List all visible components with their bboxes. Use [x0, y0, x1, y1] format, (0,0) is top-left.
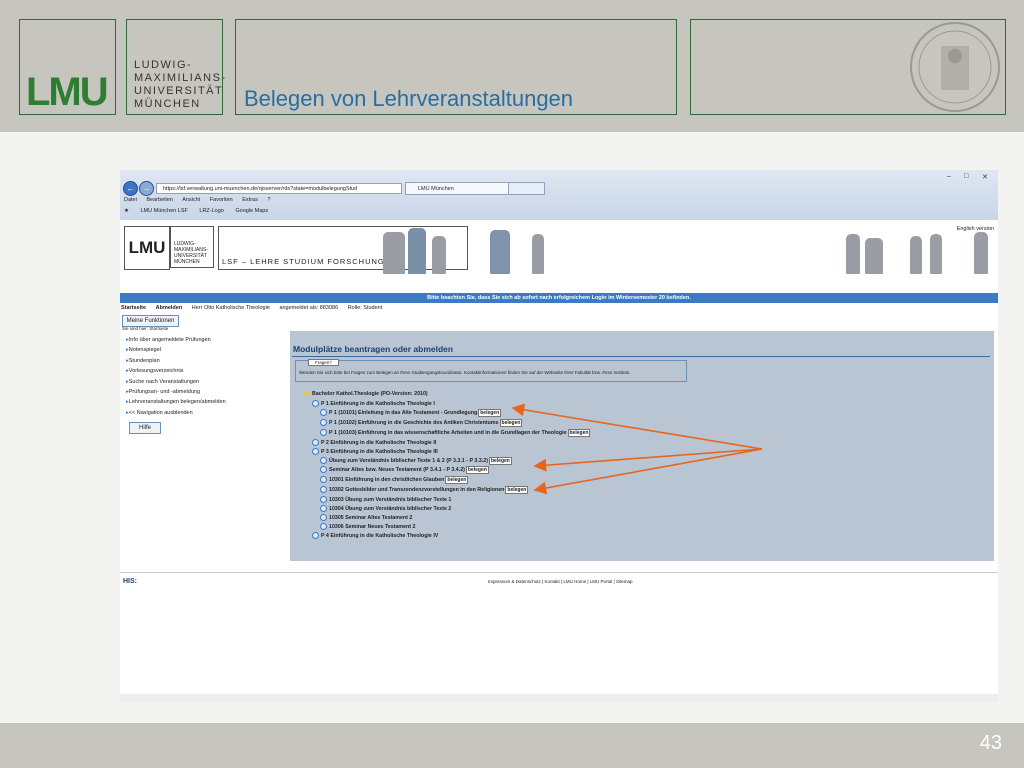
university-name: LUDWIG- MAXIMILIANS- UNIVERSITÄT MÜNCHEN — [134, 59, 227, 110]
divider — [120, 572, 998, 573]
footer-links[interactable]: Impressum & Datenschutz | Kontakt | LMU … — [488, 579, 632, 584]
lmu-logo: LMU — [26, 70, 109, 114]
annotation-arrows — [511, 403, 763, 495]
horizontal-scrollbar[interactable] — [120, 694, 998, 702]
arrow-line — [511, 403, 763, 450]
page-number: 43 — [979, 732, 1002, 754]
university-seal-icon — [910, 22, 1000, 112]
arrow-line — [533, 448, 763, 495]
browser-screenshot: ← → https://lsf.verwaltung.uni-muenchen.… — [120, 170, 998, 702]
arrow-line — [533, 448, 763, 472]
his-logo: HIS: — [123, 578, 137, 585]
slide-title: Belegen von Lehrveranstaltungen — [244, 86, 574, 111]
slide-footer — [0, 723, 1024, 768]
